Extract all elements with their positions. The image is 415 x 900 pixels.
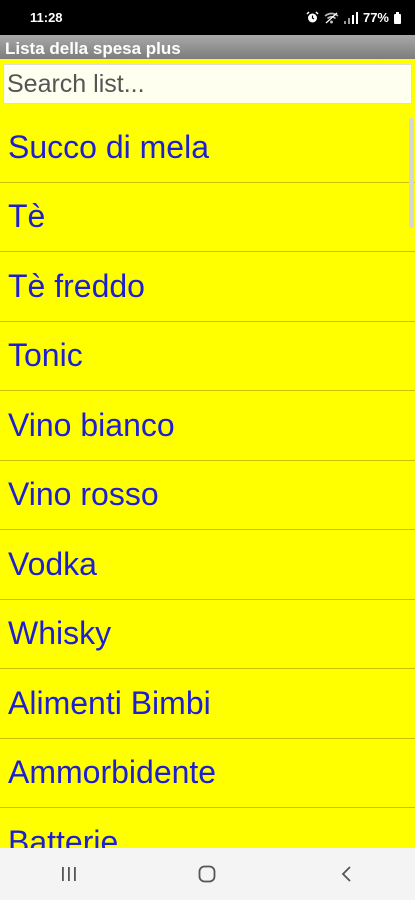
list-item[interactable]: Vino bianco — [0, 391, 415, 461]
list-item-label: Tè — [8, 198, 46, 235]
home-icon — [199, 865, 216, 883]
status-icons: 77% — [306, 10, 401, 25]
list-item[interactable]: Whisky — [0, 600, 415, 669]
list-item[interactable]: Tonic — [0, 322, 415, 391]
list-item-label: Batterie — [8, 823, 119, 848]
status-bar: 11:28 77% — [0, 0, 415, 35]
list-item-label: Tè freddo — [8, 267, 145, 304]
list-item[interactable]: Vodka — [0, 530, 415, 600]
app-title: Lista della spesa plus — [0, 35, 415, 59]
home-button[interactable] — [177, 854, 237, 894]
list-item-label: Tonic — [8, 337, 83, 374]
list-item-label: Ammorbidente — [8, 754, 217, 791]
list-item-label: Vino bianco — [8, 406, 175, 443]
recent-apps-icon — [62, 867, 76, 881]
list-item-label: Vodka — [8, 545, 97, 582]
list-item[interactable]: Vino rosso — [0, 461, 415, 530]
shopping-list[interactable]: Succo di mela Tè Tè freddo Tonic Vino bi… — [0, 113, 415, 848]
back-button[interactable] — [316, 854, 376, 894]
status-time: 11:28 — [30, 10, 63, 25]
list-item[interactable]: Alimenti Bimbi — [0, 669, 415, 739]
list-item[interactable]: Succo di mela — [0, 113, 415, 183]
list-item-label: Succo di mela — [8, 128, 209, 165]
alarm-icon — [306, 11, 319, 23]
battery-icon — [394, 11, 401, 24]
list-item[interactable]: Tè — [0, 183, 415, 252]
list-item[interactable]: Batterie — [0, 808, 415, 848]
list-item-label: Alimenti Bimbi — [8, 684, 211, 721]
search-input[interactable] — [3, 64, 412, 104]
scrollbar-thumb[interactable] — [409, 118, 414, 228]
wifi-icon — [324, 12, 339, 23]
battery-percentage: 77% — [362, 10, 389, 25]
navigation-bar — [0, 848, 415, 900]
list-item-label: Whisky — [8, 615, 112, 652]
signal-icon — [343, 11, 358, 24]
search-bar — [0, 59, 415, 109]
recent-apps-button[interactable] — [39, 854, 99, 894]
back-icon — [341, 866, 351, 882]
list-item[interactable]: Tè freddo — [0, 252, 415, 322]
list-item[interactable]: Ammorbidente — [0, 739, 415, 808]
list-item-label: Vino rosso — [8, 476, 159, 513]
